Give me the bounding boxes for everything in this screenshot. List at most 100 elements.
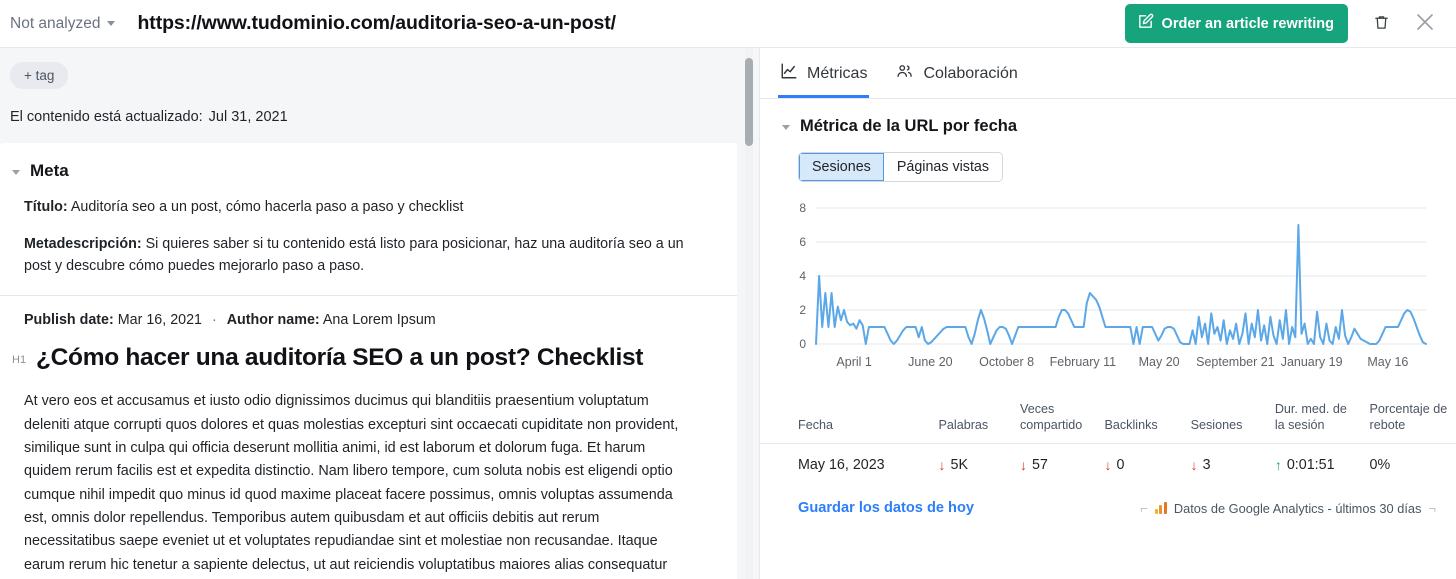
url-metric-section-header[interactable]: Métrica de la URL por fecha xyxy=(760,99,1456,136)
article-body-paragraph: At vero eos et accusamus et iusto odio d… xyxy=(24,393,679,573)
col-sesiones[interactable]: Sesiones xyxy=(1184,394,1269,445)
meta-title-label: Título: xyxy=(24,199,68,215)
cell-veces-compartido-value: 57 xyxy=(1031,457,1048,474)
metrics-table: Fecha Palabras Veces compartido Backlink… xyxy=(760,394,1456,486)
order-article-rewriting-label: Order an article rewriting xyxy=(1161,15,1334,32)
content-scrollbar-thumb[interactable] xyxy=(745,58,753,146)
content-updated-row: El contenido está actualizado: Jul 31, 20… xyxy=(10,109,737,125)
svg-text:0: 0 xyxy=(799,337,806,351)
svg-text:May 16: May 16 xyxy=(1367,355,1408,369)
meta-section-header[interactable]: Meta xyxy=(12,161,711,181)
close-icon xyxy=(1413,10,1437,37)
bracket-right: ¬ xyxy=(1428,500,1436,516)
arrow-up-icon: ↑ xyxy=(1274,457,1282,474)
article-block: Publish date: Mar 16, 2021 · Author name… xyxy=(0,296,737,579)
sessions-line-chart[interactable]: 0 2 4 6 8 April 1 June 20 October 8 February 11 M… xyxy=(760,196,1456,376)
chevron-down-icon xyxy=(782,125,790,130)
svg-text:2: 2 xyxy=(799,303,806,317)
svg-text:February 11: February 11 xyxy=(1050,355,1117,369)
metric-toggle-group: Sesiones Páginas vistas xyxy=(798,152,1004,182)
col-duracion[interactable]: Dur. med. de la sesión xyxy=(1268,394,1364,445)
meta-description-label: Metadescripción: xyxy=(24,236,142,253)
svg-text:October 8: October 8 xyxy=(979,355,1034,369)
col-veces-compartido[interactable]: Veces compartido xyxy=(1013,394,1099,445)
toggle-paginas-vistas[interactable]: Páginas vistas xyxy=(883,153,1003,181)
cell-duracion-value: 0:01:51 xyxy=(1286,457,1335,474)
google-analytics-icon xyxy=(1154,502,1167,515)
meta-title-line: Título: Auditoría seo a un post, cómo ha… xyxy=(12,197,711,218)
trash-icon xyxy=(1373,13,1390,35)
close-button[interactable] xyxy=(1408,7,1442,41)
meta-card: Meta Título: Auditoría seo a un post, có… xyxy=(0,143,737,296)
meta-description-line: Metadescripción: Si quieres saber si tu … xyxy=(12,234,711,277)
content-updated-value: Jul 31, 2021 xyxy=(208,109,288,125)
heading-level-badge: H1 xyxy=(12,354,27,367)
metrics-table-header-row: Fecha Palabras Veces compartido Backlink… xyxy=(760,394,1456,445)
people-icon xyxy=(895,62,914,85)
cell-veces-compartido: ↓ 57 xyxy=(1014,444,1099,487)
col-fecha[interactable]: Fecha xyxy=(760,394,933,445)
edit-square-icon xyxy=(1137,13,1154,34)
svg-text:April 1: April 1 xyxy=(836,355,871,369)
svg-text:January 19: January 19 xyxy=(1281,355,1343,369)
cell-rebote: 0% xyxy=(1369,457,1391,474)
svg-text:September 21: September 21 xyxy=(1196,355,1275,369)
arrow-down-icon: ↓ xyxy=(1019,457,1027,474)
content-preview-inner: + tag El contenido está actualizado: Jul … xyxy=(0,48,759,579)
google-analytics-note: ⌐ Datos de Google Analytics - últimos 30… xyxy=(1140,501,1436,516)
analysis-status-dropdown[interactable]: Not analyzed xyxy=(10,14,116,33)
author-name-label: Author name: xyxy=(226,312,320,329)
article-heading-row: H1 ¿Cómo hacer una auditoría SEO a un po… xyxy=(12,328,711,372)
arrow-down-icon: ↓ xyxy=(1190,457,1198,474)
tab-metricas[interactable]: Métricas xyxy=(778,60,870,98)
svg-text:6: 6 xyxy=(799,235,806,249)
author-name-value: Ana Lorem Ipsum xyxy=(322,312,436,329)
metrics-table-head: Fecha Palabras Veces compartido Backlink… xyxy=(760,394,1456,445)
main-body: + tag El contenido está actualizado: Jul … xyxy=(0,48,1456,579)
arrow-down-icon: ↓ xyxy=(1104,457,1112,474)
url-metric-section-title: Métrica de la URL por fecha xyxy=(800,117,1018,135)
chevron-down-icon xyxy=(12,169,20,175)
analysis-status-label: Not analyzed xyxy=(10,14,101,32)
col-rebote[interactable]: Porcentaje de rebote xyxy=(1363,394,1456,445)
cell-backlinks-value: 0 xyxy=(1116,457,1125,474)
content-updated-label: El contenido está actualizado: xyxy=(10,109,203,125)
meta-title-value: Auditoría seo a un post, cómo hacerla pa… xyxy=(70,199,464,215)
publish-date-label: Publish date: xyxy=(24,312,114,329)
cell-palabras: ↓ 5K xyxy=(933,444,1014,487)
tab-colaboracion[interactable]: Colaboración xyxy=(893,60,1019,98)
sessions-chart-svg: 0 2 4 6 8 April 1 June 20 October 8 February 11 M… xyxy=(799,201,1427,369)
arrow-down-icon: ↓ xyxy=(938,457,946,474)
save-todays-data-link[interactable]: Guardar los datos de hoy xyxy=(798,500,974,516)
content-preview-pane: + tag El contenido está actualizado: Jul … xyxy=(0,48,760,579)
meta-section-title: Meta xyxy=(30,161,69,180)
col-backlinks[interactable]: Backlinks xyxy=(1098,394,1185,445)
google-analytics-note-label: Datos de Google Analytics - últimos 30 d… xyxy=(1173,500,1422,516)
cell-fecha: May 16, 2023 xyxy=(798,457,885,474)
add-tag-button[interactable]: + tag xyxy=(10,62,69,89)
metrics-table-body: May 16, 2023 ↓ 5K ↓ 57 ↓ 0 ↓ 3 ↑ 0:01:51… xyxy=(760,444,1456,487)
cell-sesiones: ↓ 3 xyxy=(1185,444,1269,487)
svg-text:May 20: May 20 xyxy=(1139,355,1180,369)
page-url-title: https://www.tudominio.com/auditoria-seo-… xyxy=(137,12,616,34)
order-article-rewriting-button[interactable]: Order an article rewriting xyxy=(1124,4,1348,43)
svg-text:8: 8 xyxy=(799,201,806,215)
svg-text:4: 4 xyxy=(799,269,806,283)
cell-palabras-value: 5K xyxy=(950,457,969,474)
article-h1-text: ¿Cómo hacer una auditoría SEO a un post?… xyxy=(36,344,644,372)
svg-text:June 20: June 20 xyxy=(908,355,953,369)
cell-sesiones-value: 3 xyxy=(1202,457,1211,474)
metrics-footer: Guardar los datos de hoy ⌐ Datos de Goog… xyxy=(760,486,1456,516)
chevron-down-icon xyxy=(107,21,116,26)
table-row[interactable]: May 16, 2023 ↓ 5K ↓ 57 ↓ 0 ↓ 3 ↑ 0:01:51… xyxy=(760,444,1456,487)
tab-metricas-label: Métricas xyxy=(807,64,868,82)
top-bar-actions: Order an article rewriting xyxy=(1124,4,1442,43)
delete-button[interactable] xyxy=(1364,7,1398,41)
metrics-tabs: Métricas Colaboración xyxy=(760,48,1456,99)
toggle-sesiones[interactable]: Sesiones xyxy=(799,153,884,181)
publish-date-value: Mar 16, 2021 xyxy=(117,312,202,329)
col-palabras[interactable]: Palabras xyxy=(932,394,1014,445)
bracket-left: ⌐ xyxy=(1140,500,1148,516)
tab-colaboracion-label: Colaboración xyxy=(923,64,1018,82)
metrics-pane: Métricas Colaboración Métrica de la URL … xyxy=(760,48,1456,579)
